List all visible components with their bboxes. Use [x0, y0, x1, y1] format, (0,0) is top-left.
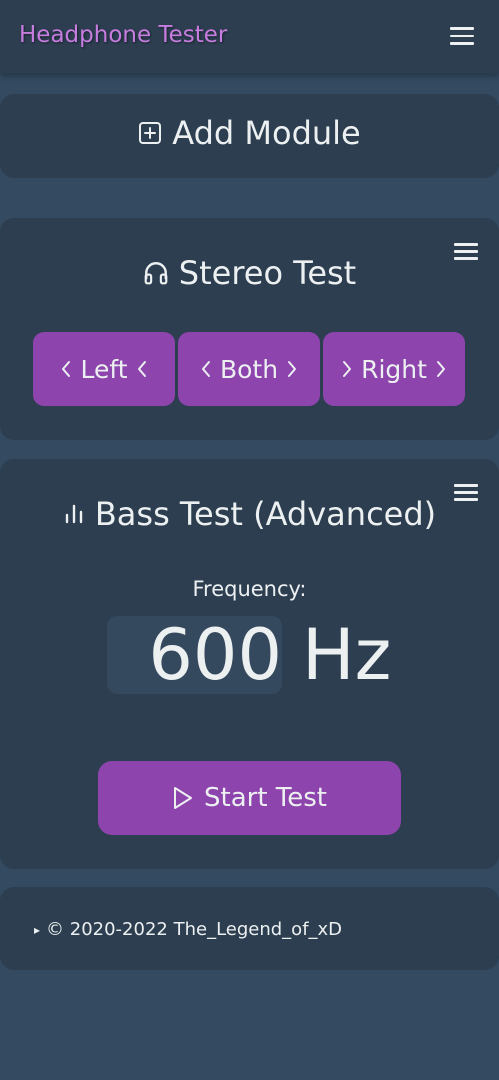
- copyright-text: © 2020-2022 The_Legend_of_xD: [46, 919, 343, 940]
- chevron-left-icon: [60, 359, 72, 379]
- stereo-test-title: Stereo Test: [178, 254, 357, 292]
- right-button-label: Right: [361, 354, 427, 384]
- bass-test-title: Bass Test (Advanced): [94, 495, 437, 533]
- stereo-test-card: Stereo Test Left Both Right: [0, 218, 499, 440]
- start-test-button[interactable]: Start Test: [98, 761, 401, 835]
- plus-square-icon: [138, 121, 162, 145]
- add-module-label: Add Module: [172, 114, 361, 152]
- chevron-right-icon: [341, 359, 353, 379]
- both-channels-button[interactable]: Both: [178, 332, 320, 406]
- play-icon: [172, 785, 194, 811]
- footer-card: ▸ © 2020-2022 The_Legend_of_xD: [0, 887, 499, 970]
- chevron-left-icon: [136, 359, 148, 379]
- left-button-label: Left: [80, 354, 128, 384]
- headphones-icon: [143, 260, 169, 286]
- top-navbar: Headphone Tester: [0, 0, 499, 73]
- stereo-test-heading: Stereo Test: [0, 254, 499, 292]
- both-button-label: Both: [219, 354, 279, 384]
- frequency-label: Frequency:: [192, 577, 307, 601]
- bass-test-card: Bass Test (Advanced) Frequency: Hz Start…: [0, 459, 499, 869]
- footer-disclosure[interactable]: ▸ © 2020-2022 The_Legend_of_xD: [34, 919, 342, 940]
- frequency-row: Hz: [107, 616, 391, 694]
- add-module-card: Add Module: [0, 94, 499, 178]
- start-test-label: Start Test: [204, 783, 327, 813]
- triangle-right-icon: ▸: [34, 922, 41, 937]
- bar-chart-icon: [63, 502, 85, 526]
- chevron-left-icon: [200, 359, 212, 379]
- bass-test-heading: Bass Test (Advanced): [0, 495, 499, 533]
- left-channel-button[interactable]: Left: [33, 332, 175, 406]
- chevron-right-icon: [435, 359, 447, 379]
- frequency-input[interactable]: [107, 616, 282, 694]
- app-title[interactable]: Headphone Tester: [19, 22, 227, 48]
- right-channel-button[interactable]: Right: [323, 332, 465, 406]
- add-module-button[interactable]: Add Module: [0, 114, 499, 152]
- hamburger-menu-icon[interactable]: [450, 27, 474, 45]
- frequency-unit: Hz: [302, 614, 392, 696]
- chevron-right-icon: [286, 359, 298, 379]
- stereo-button-group: Left Both Right: [33, 332, 465, 406]
